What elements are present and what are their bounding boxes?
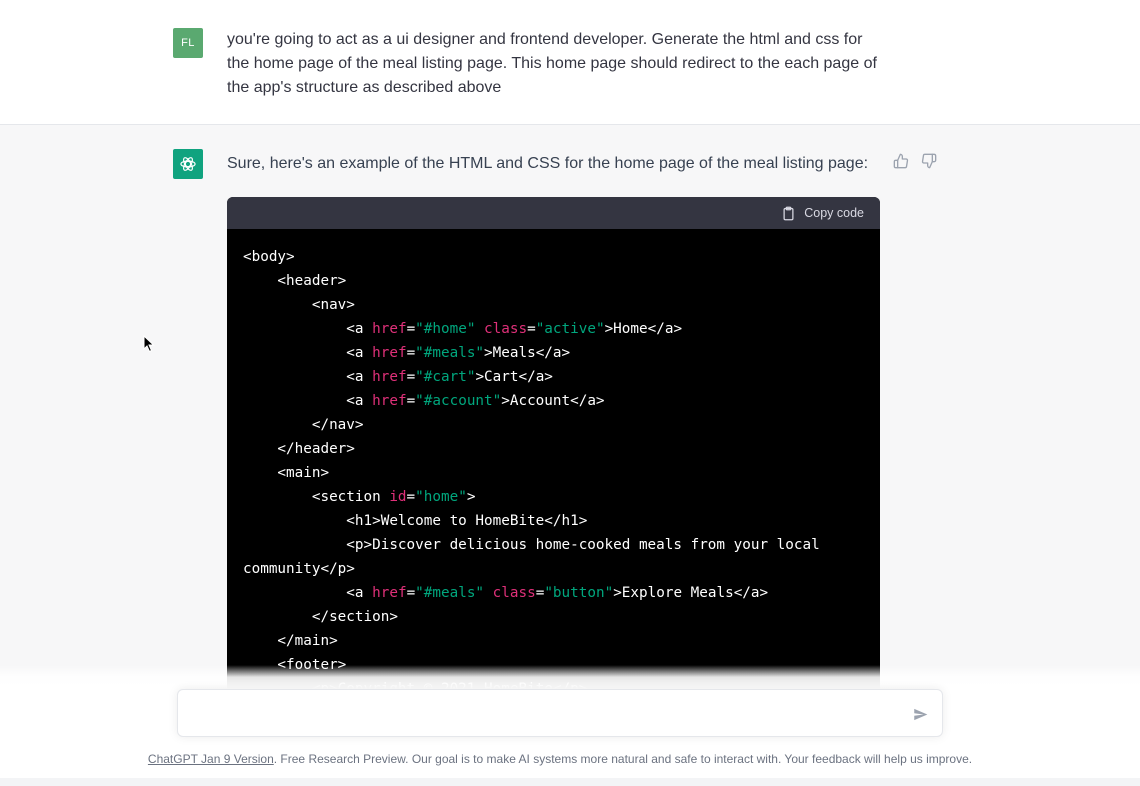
code-text: community</p> [243, 561, 355, 577]
thumbs-down-icon[interactable] [920, 152, 938, 170]
code-text: <a [243, 393, 373, 409]
code-text: <a [243, 345, 373, 361]
code-line: <h1>Welcome to HomeBite</h1> [243, 509, 864, 533]
code-text: = [406, 321, 416, 337]
code-string: "#cart" [415, 369, 476, 385]
code-attribute: href [372, 321, 407, 337]
code-text: >Explore Meals</a> [613, 585, 769, 601]
code-text: = [406, 489, 416, 505]
code-text: <a [243, 369, 373, 385]
code-text: >Meals</a> [484, 345, 571, 361]
clipboard-icon [783, 206, 794, 220]
assistant-message-row: Sure, here's an example of the HTML and … [0, 125, 1140, 786]
code-text: <body> [243, 249, 295, 265]
code-line: <a href="#home" class="active">Home</a> [243, 317, 864, 341]
feedback-buttons [892, 152, 938, 170]
code-text: = [406, 369, 416, 385]
code-line: community</p> [243, 557, 864, 581]
send-icon [913, 708, 927, 720]
user-message-row: FL you're going to act as a ui designer … [0, 4, 1140, 125]
footer-disclaimer: . Free Research Preview. Our goal is to … [273, 752, 973, 766]
code-line: <header> [243, 269, 864, 293]
code-attribute: href [372, 393, 407, 409]
code-line: <nav> [243, 293, 864, 317]
code-line: <p>Discover delicious home-cooked meals … [243, 533, 864, 557]
code-text: > [466, 489, 476, 505]
code-line: <body> [243, 245, 864, 269]
code-attribute: class [484, 321, 528, 337]
user-avatar-initials: FL [181, 37, 195, 49]
copy-code-label: Copy code [804, 206, 864, 220]
code-attribute: id [389, 489, 407, 505]
code-text: >Cart</a> [475, 369, 553, 385]
code-string: "#home" [415, 321, 476, 337]
code-header: Copy code [227, 197, 880, 229]
code-string: "home" [415, 489, 467, 505]
code-attribute: href [372, 345, 407, 361]
code-string: "#account" [415, 393, 502, 409]
send-button[interactable] [910, 704, 930, 724]
assistant-intro-text: Sure, here's an example of the HTML and … [227, 155, 869, 172]
openai-logo-icon [173, 149, 203, 179]
user-avatar: FL [173, 28, 203, 58]
copy-code-button[interactable]: Copy code [781, 206, 864, 221]
code-text: <section [243, 489, 390, 505]
code-content: <body> <header> <nav> <a href="#home" cl… [227, 229, 880, 697]
message-composer [177, 689, 943, 737]
code-line: </header> [243, 437, 864, 461]
code-text: <p>Discover delicious home-cooked meals … [243, 537, 820, 553]
code-text: = [406, 585, 416, 601]
code-text: </main> [243, 633, 338, 649]
code-string: "#meals" [415, 345, 485, 361]
code-text: <h1>Welcome to HomeBite</h1> [243, 513, 588, 529]
code-text: >Home</a> [604, 321, 683, 337]
code-text: <a [243, 321, 373, 337]
code-text: = [406, 393, 416, 409]
code-line: <a href="#meals">Meals</a> [243, 341, 864, 365]
code-line: <main> [243, 461, 864, 485]
code-line: <a href="#cart">Cart</a> [243, 365, 864, 389]
code-string: "#meals" [415, 585, 485, 601]
code-text: <main> [243, 465, 330, 481]
code-attribute: href [372, 585, 407, 601]
code-line: </nav> [243, 413, 864, 437]
code-text: <nav> [243, 297, 355, 313]
code-text: </section> [243, 609, 398, 625]
code-text: <a [243, 585, 373, 601]
message-input[interactable] [192, 702, 896, 730]
code-line: </main> [243, 629, 864, 653]
code-text: = [406, 345, 416, 361]
code-attribute: class [492, 585, 536, 601]
code-line: <section id="home"> [243, 485, 864, 509]
code-block: Copy code <body> <header> <nav> <a href=… [227, 197, 880, 697]
code-attribute: href [372, 369, 407, 385]
code-text: = [527, 321, 536, 337]
code-text: </header> [243, 441, 355, 457]
code-string: "active" [535, 321, 605, 337]
thumbs-up-icon[interactable] [892, 152, 910, 170]
mouse-cursor-icon [143, 335, 155, 353]
code-line: </section> [243, 605, 864, 629]
bottom-strip [0, 778, 1140, 786]
code-line: <a href="#account">Account</a> [243, 389, 864, 413]
version-link[interactable]: ChatGPT Jan 9 Version [148, 752, 274, 766]
code-string: "button" [544, 585, 614, 601]
user-message-text: you're going to act as a ui designer and… [227, 31, 877, 96]
code-text: >Account</a> [501, 393, 605, 409]
code-line: <a href="#meals" class="button">Explore … [243, 581, 864, 605]
code-text: </nav> [243, 417, 364, 433]
footer-note: ChatGPT Jan 9 Version. Free Research Pre… [0, 751, 1120, 767]
code-text: <header> [243, 273, 347, 289]
